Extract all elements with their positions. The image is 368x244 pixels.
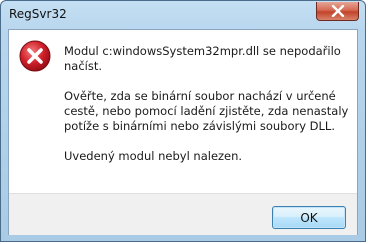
close-button[interactable] [316, 2, 359, 21]
message-line-3: Uvedený modul nebyl nalezen. [64, 149, 243, 163]
message-area: Modul c:windowsSystem32mpr.dll se nepoda… [9, 30, 357, 193]
ok-button[interactable]: OK [272, 206, 346, 229]
window-title: RegSvr32 [9, 7, 67, 21]
dialog-client-area: Modul c:windowsSystem32mpr.dll se nepoda… [8, 29, 358, 235]
error-icon [19, 40, 51, 72]
title-bar[interactable]: RegSvr32 [1, 1, 365, 29]
button-bar: OK [9, 193, 357, 235]
dialog-window: RegSvr32 Modul c:windowsSystem32mpr.dll … [0, 0, 366, 242]
message-line-1: Modul c:windowsSystem32mpr.dll se nepoda… [64, 44, 341, 73]
error-message: Modul c:windowsSystem32mpr.dll se nepoda… [64, 44, 349, 179]
close-icon [331, 5, 345, 17]
message-line-2: Ověřte, zda se binární soubor nachází v … [64, 89, 349, 133]
